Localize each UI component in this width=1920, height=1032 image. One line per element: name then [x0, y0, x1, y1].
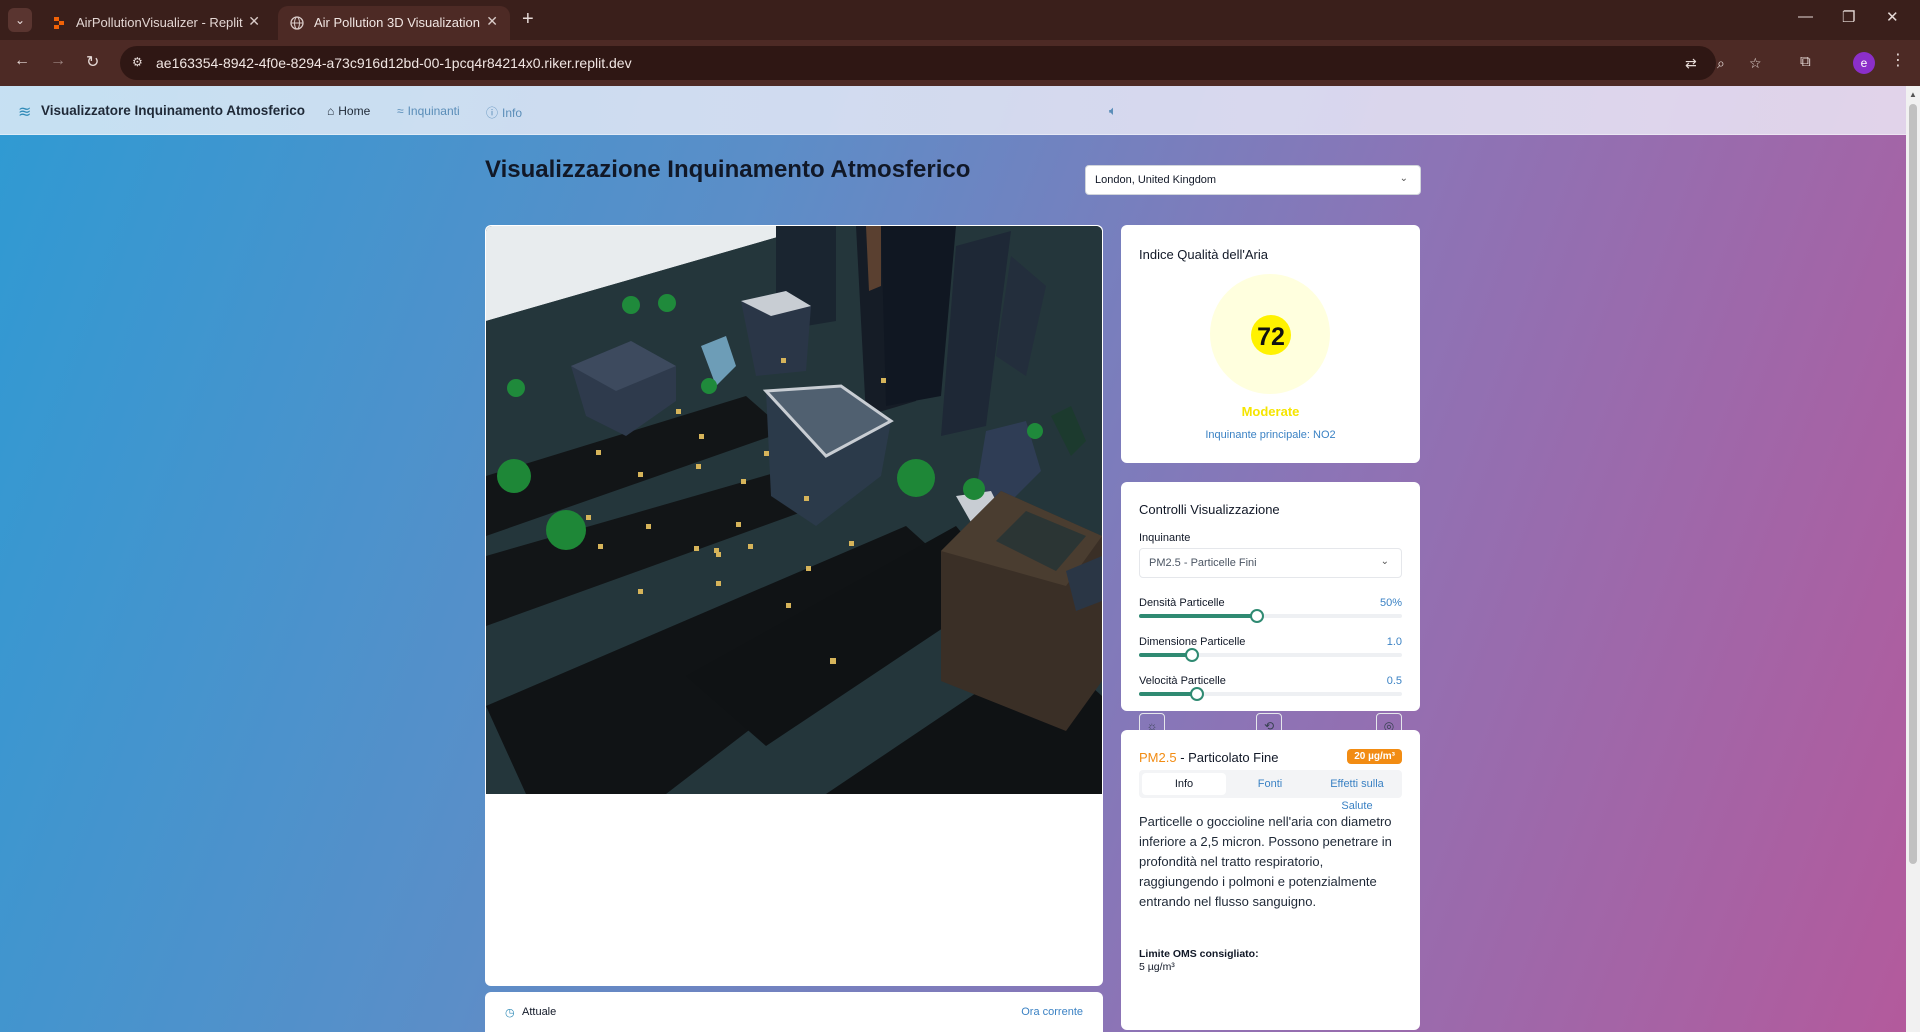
controls-card: Controlli Visualizzazione Inquinante PM2… — [1121, 482, 1420, 739]
tab-title: Air Pollution 3D Visualization — [314, 15, 480, 30]
who-limit-value: 5 µg/m³ — [1139, 961, 1175, 973]
page-title: Visualizzazione Inquinamento Atmosferico — [485, 156, 971, 183]
tab-fonti[interactable]: Fonti — [1228, 773, 1312, 795]
city-3d-canvas[interactable] — [486, 226, 1102, 794]
page-scrollbar[interactable]: ▲ — [1906, 86, 1920, 1032]
app-brand[interactable]: Visualizzatore Inquinamento Atmosferico — [41, 103, 305, 118]
new-tab-plus-icon[interactable]: + — [522, 8, 534, 31]
wind-icon: ≋ — [18, 104, 32, 121]
nav-home-label: Home — [338, 104, 371, 118]
size-value: 1.0 — [1386, 636, 1402, 648]
slider-fill — [1139, 692, 1197, 696]
timeline-current-time[interactable]: Ora corrente — [1021, 1006, 1083, 1018]
close-icon[interactable]: ✕ — [248, 13, 260, 30]
replit-icon — [54, 17, 64, 29]
minimize-icon[interactable]: — — [1798, 8, 1813, 25]
page-viewport: ≋ Visualizzatore Inquinamento Atmosferic… — [0, 86, 1906, 1032]
bookmark-star-icon[interactable]: ☆ — [1749, 55, 1762, 72]
close-icon[interactable]: ✕ — [486, 13, 498, 30]
density-slider[interactable]: Densità Particelle 50% — [1139, 597, 1402, 627]
slider-track[interactable] — [1139, 687, 1402, 701]
browser-tab-replit[interactable]: AirPollutionVisualizer - Replit ✕ — [40, 6, 272, 40]
nav-info-label: Info — [502, 106, 523, 120]
address-bar[interactable]: ⚙ ae163354-8942-4f0e-8294-a73c916d12bd-0… — [120, 46, 1762, 80]
slider-track[interactable] — [1139, 609, 1402, 623]
restore-icon[interactable]: ❐ — [1842, 8, 1855, 26]
site-info-icon[interactable]: ⚙ — [132, 55, 148, 71]
tab-list-chevron-icon[interactable]: ⌄ — [8, 8, 32, 32]
timeline-label: Attuale — [522, 1006, 557, 1018]
slider-fill — [1139, 614, 1258, 618]
slider-track[interactable] — [1139, 648, 1402, 662]
pollutant-info-card: PM2.5 - Particolato Fine 20 µg/m³ Info F… — [1121, 730, 1420, 1030]
city-select[interactable]: London, United Kingdom ⌄ — [1085, 165, 1421, 195]
browser-menu-icon[interactable]: ⋮ — [1890, 50, 1906, 70]
extensions-puzzle-icon[interactable]: ⧉ — [1800, 53, 1811, 70]
aqi-category: Moderate — [1241, 404, 1300, 419]
pollutant-select[interactable]: PM2.5 - Particelle Fini ⌄ — [1139, 548, 1402, 578]
size-label: Dimensione Particelle — [1139, 636, 1246, 648]
chevron-down-icon: ⌄ — [1399, 173, 1408, 184]
scrollbar-thumb[interactable] — [1909, 104, 1917, 864]
pollutant-select-value: PM2.5 - Particelle Fini — [1149, 557, 1257, 569]
globe-icon — [290, 16, 304, 30]
slider-handle[interactable] — [1250, 609, 1265, 623]
size-slider[interactable]: Dimensione Particelle 1.0 — [1139, 636, 1402, 666]
clock-icon: ◷ — [505, 1007, 515, 1019]
nav-info[interactable]: ⓘ Info — [486, 104, 522, 121]
city-select-value: London, United Kingdom — [1095, 174, 1217, 186]
density-value: 50% — [1379, 597, 1402, 609]
aqi-value: 72 — [1257, 323, 1285, 351]
speed-label: Velocità Particelle — [1139, 675, 1226, 687]
info-icon: ⓘ — [486, 106, 499, 120]
aqi-main-pollutant: Inquinante principale: NO2 — [1205, 429, 1336, 441]
pollutant-code: PM2.5 — [1139, 750, 1177, 765]
city-3d-scene[interactable] — [486, 226, 1102, 794]
pollutant-info-title: PM2.5 - Particolato Fine — [1139, 750, 1278, 765]
tab-title: AirPollutionVisualizer - Replit — [76, 15, 243, 30]
nav-home[interactable]: ⌂ Home — [327, 104, 370, 118]
tab-effetti-salute[interactable]: Effetti sulla Salute — [1314, 773, 1400, 812]
profile-avatar[interactable]: e — [1853, 52, 1875, 74]
browser-toolbar: ← → ↻ ⚙ ae163354-8942-4f0e-8294-a73c916d… — [0, 40, 1920, 86]
slider-fill — [1139, 653, 1192, 657]
volume-icon[interactable]: 🔈︎ — [1109, 103, 1117, 119]
wind-icon: ≈ — [397, 104, 404, 118]
timeline-card: ◷ Attuale Ora corrente — [485, 992, 1103, 1032]
browser-tab-bar: ⌄ AirPollutionVisualizer - Replit ✕ Air … — [0, 0, 1920, 40]
browser-tab-visualization[interactable]: Air Pollution 3D Visualization ✕ — [278, 6, 510, 40]
nav-inquinanti-label: Inquinanti — [407, 104, 460, 118]
pollutant-name: - Particolato Fine — [1176, 750, 1279, 765]
forward-arrow-icon[interactable]: → — [50, 52, 66, 70]
app-navbar: ≋ Visualizzatore Inquinamento Atmosferic… — [0, 86, 1906, 135]
back-arrow-icon[interactable]: ← — [14, 52, 30, 70]
aqi-title: Indice Qualità dell'Aria — [1139, 247, 1268, 262]
tab-info[interactable]: Info — [1142, 773, 1226, 795]
slider-handle[interactable] — [1189, 687, 1204, 701]
scroll-up-icon[interactable]: ▲ — [1909, 90, 1917, 99]
chevron-down-icon: ⌄ — [1380, 556, 1389, 567]
speed-slider[interactable]: Velocità Particelle 0.5 — [1139, 675, 1402, 705]
zoom-icon[interactable]: ⌕ — [1717, 55, 1725, 72]
reload-icon[interactable]: ↻ — [86, 52, 99, 72]
visualization-card — [485, 225, 1103, 986]
nav-inquinanti[interactable]: ≈ Inquinanti — [397, 104, 460, 118]
translate-icon[interactable]: ⇄ — [1685, 55, 1697, 72]
speed-value: 0.5 — [1386, 675, 1402, 687]
slider-handle[interactable] — [1184, 648, 1199, 662]
concentration-badge: 20 µg/m³ — [1347, 749, 1402, 764]
home-icon: ⌂ — [327, 104, 335, 118]
who-limit-label: Limite OMS consigliato: — [1139, 948, 1259, 960]
controls-title: Controlli Visualizzazione — [1139, 502, 1280, 517]
pollutant-label: Inquinante — [1139, 532, 1191, 544]
window-close-icon[interactable]: ✕ — [1886, 8, 1899, 26]
pollutant-description: Particelle o goccioline nell'aria con di… — [1139, 814, 1392, 909]
pollutant-tabs: Info Fonti Effetti sulla Salute — [1139, 770, 1402, 812]
density-label: Densità Particelle — [1139, 597, 1225, 609]
url-text[interactable]: ae163354-8942-4f0e-8294-a73c916d12bd-00-… — [156, 55, 632, 71]
aqi-card: Indice Qualità dell'Aria 72 Moderate Inq… — [1121, 225, 1420, 463]
